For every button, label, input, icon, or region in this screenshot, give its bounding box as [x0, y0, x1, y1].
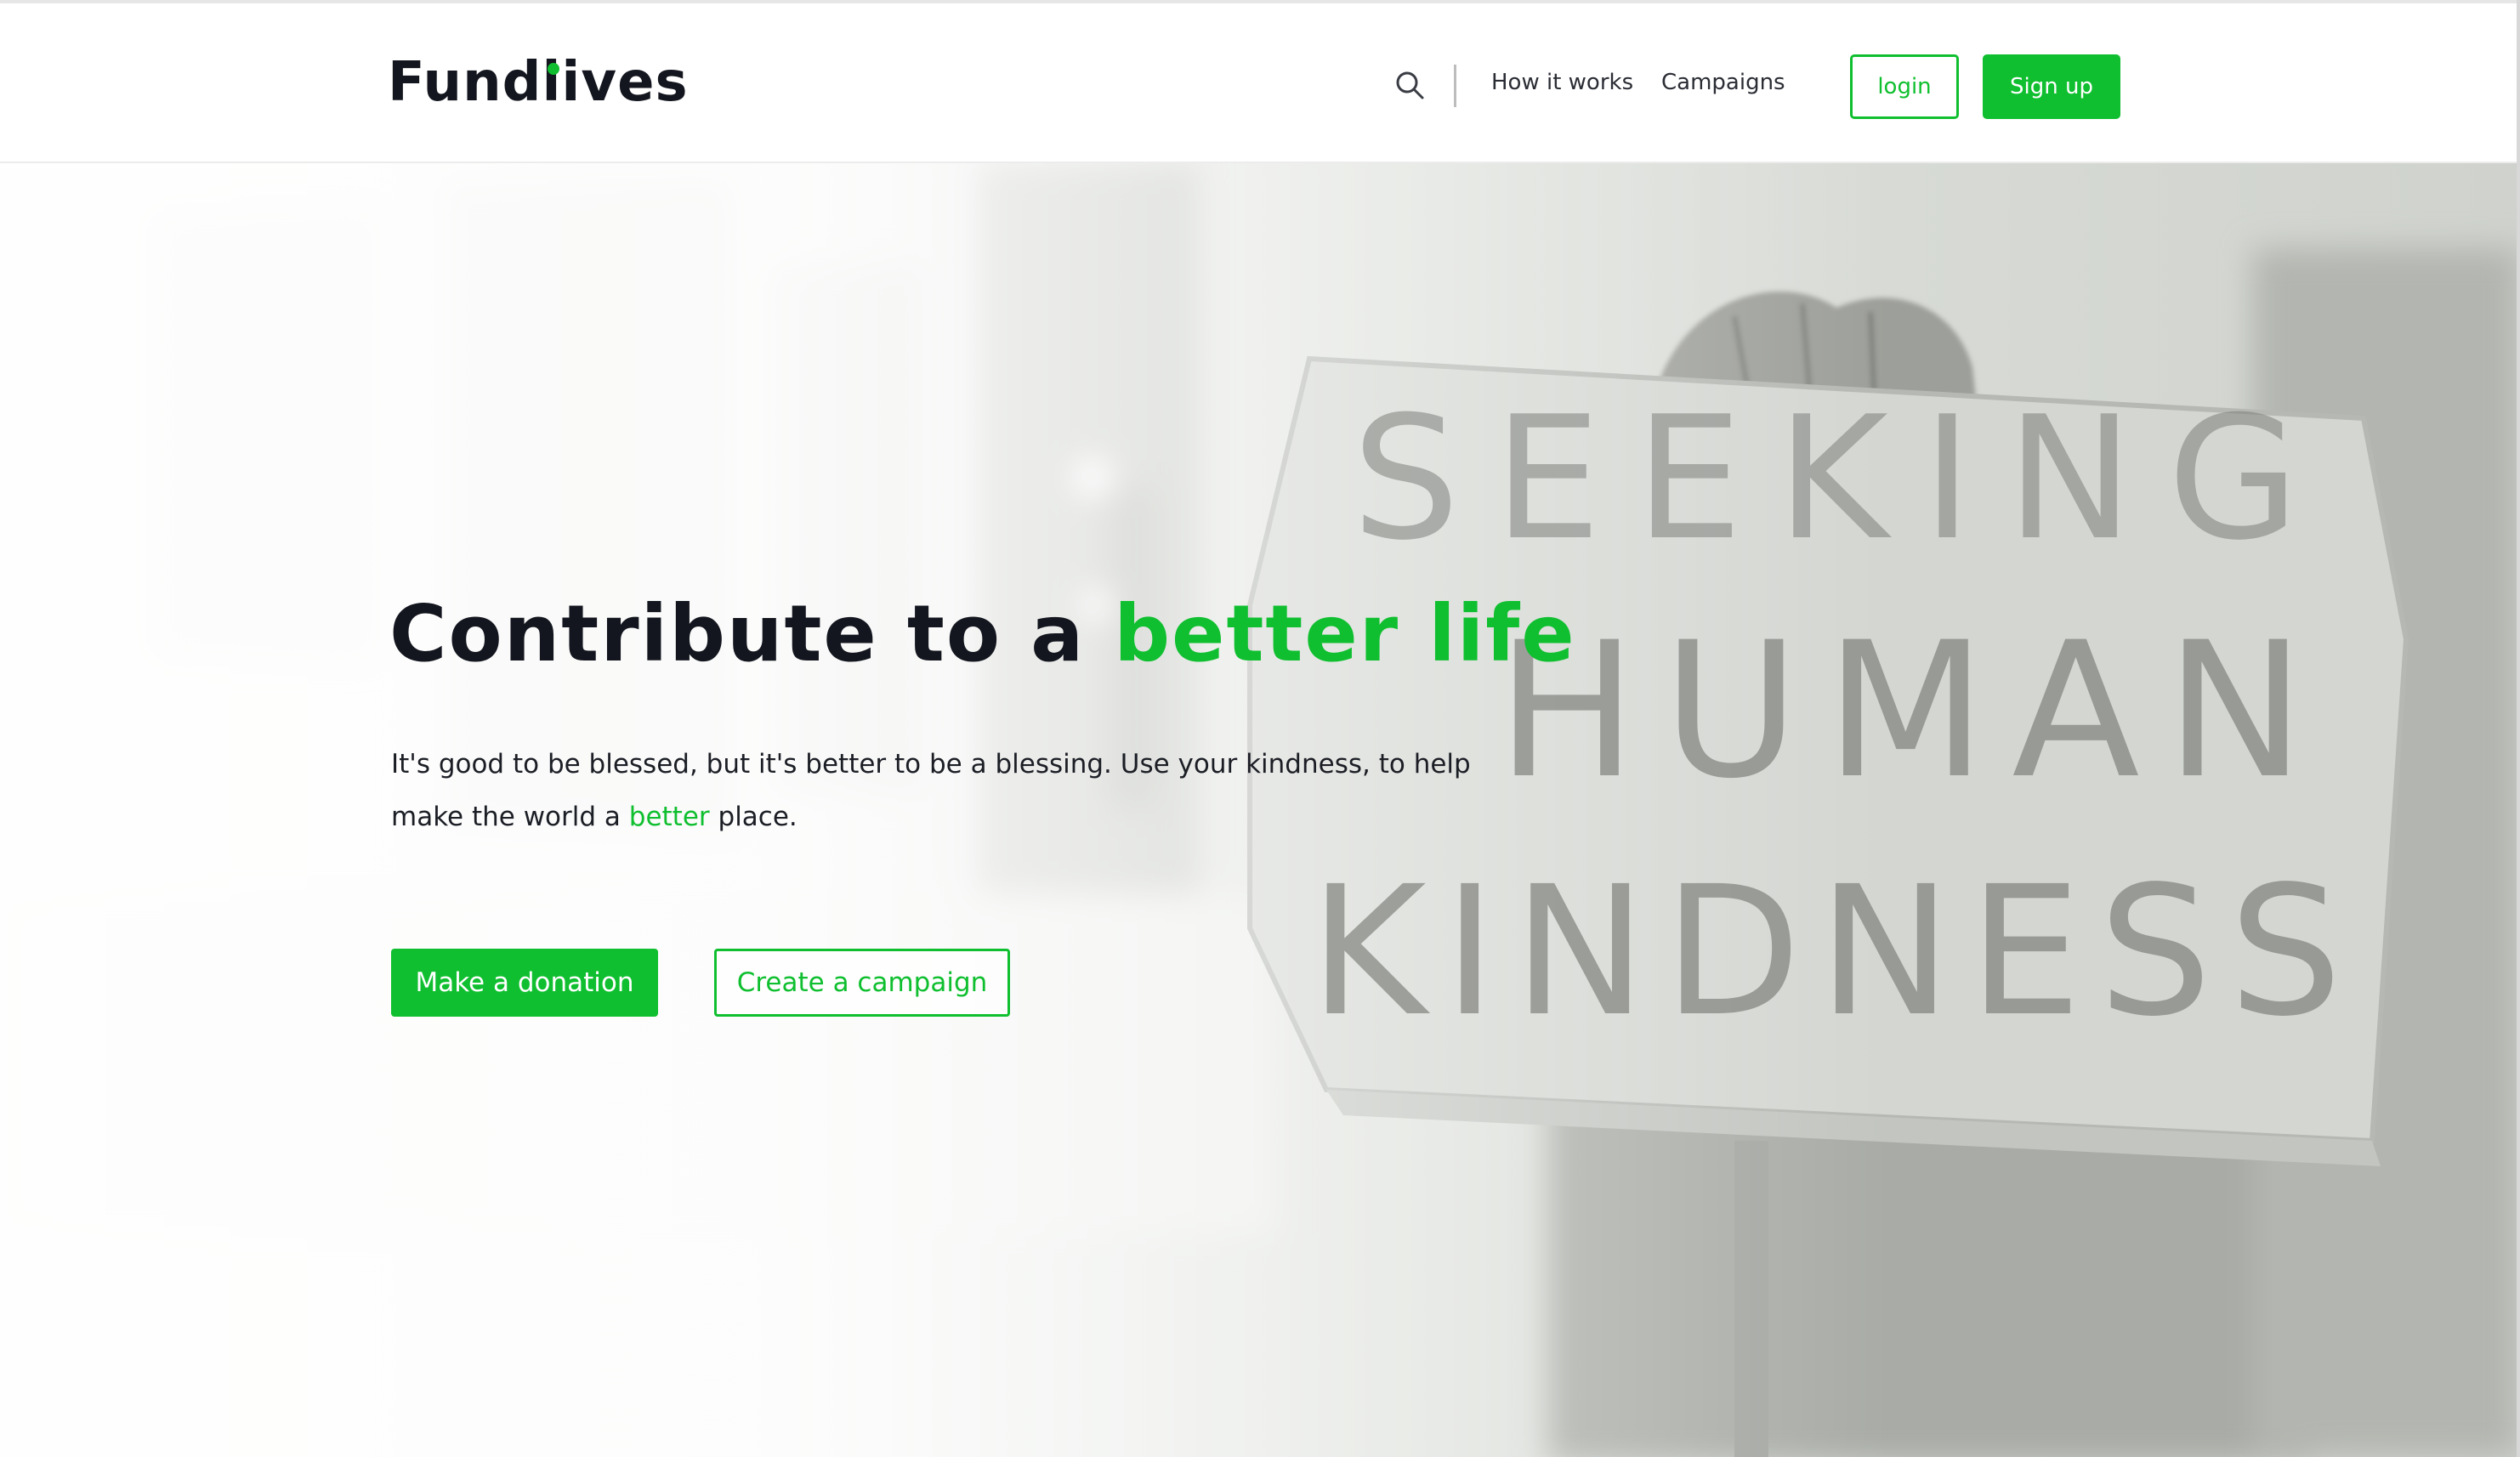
hero-description: It's good to be blessed, but it's better…	[391, 738, 1496, 843]
nav-campaigns[interactable]: Campaigns	[1661, 70, 1785, 95]
sign-line-2: HUMAN	[1496, 602, 2330, 819]
login-button[interactable]: login	[1850, 54, 1959, 119]
make-donation-button[interactable]: Make a donation	[391, 949, 658, 1017]
hero-desc-accent: better	[628, 802, 710, 832]
nav-divider	[1454, 65, 1456, 107]
window-edge	[2517, 0, 2520, 1457]
site-header: Fundlives How it works Campaigns login S…	[0, 0, 2520, 163]
search-icon[interactable]	[1393, 68, 1427, 102]
sign-line-3: KINDNESS	[1309, 848, 2359, 1056]
signup-button[interactable]: Sign up	[1983, 54, 2120, 119]
hero-section: SEEKING HUMAN KINDNESS Contribute to a b…	[0, 163, 2520, 1457]
create-campaign-button[interactable]: Create a campaign	[714, 949, 1010, 1017]
hero-title: Contribute to a better life	[389, 588, 1576, 679]
hero-desc-part2: place.	[709, 802, 797, 832]
hero-desc-part1: It's good to be blessed, but it's better…	[391, 749, 1471, 832]
hero-title-accent: better life	[1114, 588, 1576, 679]
brand-logo[interactable]: Fundlives	[388, 51, 689, 114]
hero-title-main: Contribute to a	[389, 588, 1115, 679]
sign-line-1: SEEKING	[1352, 380, 2333, 578]
nav-how-it-works[interactable]: How it works	[1491, 70, 1633, 95]
logo-accent-dot	[548, 63, 559, 75]
